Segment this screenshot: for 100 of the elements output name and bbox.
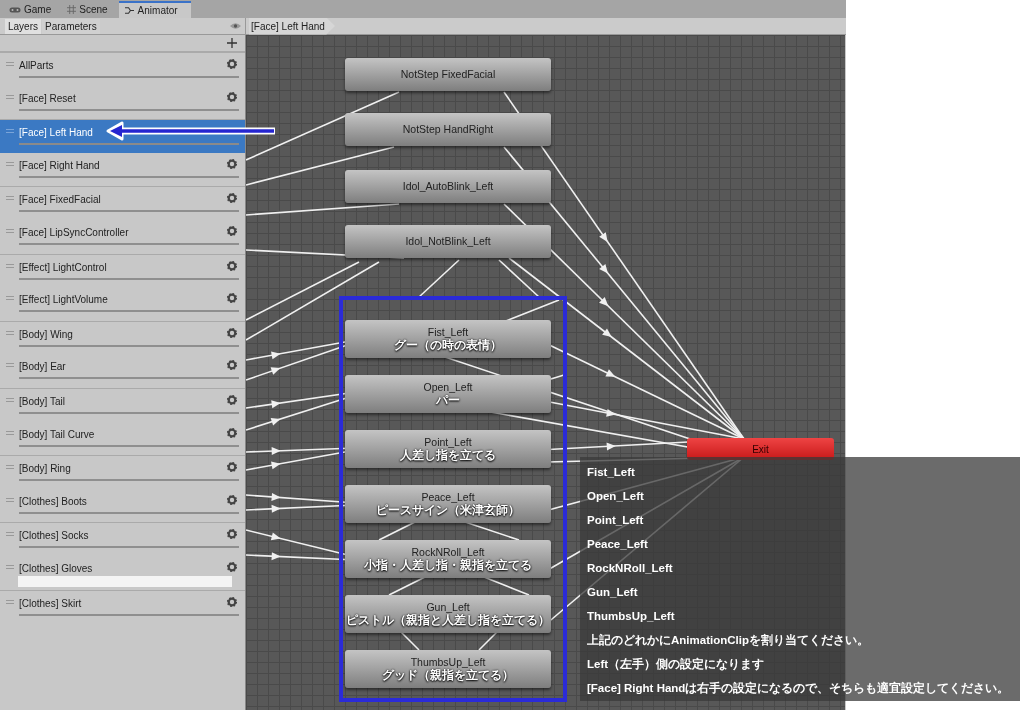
panel-tab[interactable]: Parameters	[42, 18, 100, 34]
annotation-text: [Face] Right Handは右手の設定になるので、そちらも適宜設定してください。	[587, 680, 1011, 697]
weight-slider[interactable]	[19, 277, 239, 280]
weight-slider[interactable]	[19, 242, 239, 245]
weight-slider[interactable]	[19, 511, 239, 514]
editor-tab[interactable]: Game	[4, 1, 57, 18]
drag-handle-icon	[6, 129, 14, 134]
annotation-text: RockNRoll_Left	[587, 561, 674, 576]
gear-icon	[227, 596, 237, 607]
annotation-text: Gun_Left	[587, 585, 639, 600]
state-node[interactable]: NotStep FixedFacial	[345, 58, 551, 91]
layer-name: [Body] Tail Curve	[19, 427, 95, 442]
drag-handle-icon	[6, 497, 14, 502]
drag-handle-icon	[6, 196, 14, 201]
weight-slider[interactable]	[19, 479, 239, 482]
drag-handle-icon	[6, 161, 14, 166]
panel-tab[interactable]: Layers	[5, 18, 41, 34]
state-note: ピースサイン（米津玄師）	[376, 504, 520, 517]
weight-slider[interactable]	[19, 143, 239, 146]
controller-icon	[9, 5, 21, 14]
drag-handle-icon	[6, 532, 14, 537]
annotation-text: Fist_Left	[587, 465, 636, 480]
layer-name: [Face] LipSyncController	[19, 225, 129, 240]
drag-handle-icon	[6, 564, 14, 569]
state-name: Idol_AutoBlink_Left	[402, 180, 494, 193]
gear-icon	[227, 293, 237, 304]
state-node[interactable]: Fist_Left グー（の時の表情）	[345, 320, 551, 358]
gear-icon	[227, 59, 237, 69]
state-note: パー	[436, 394, 460, 407]
drag-handle-icon	[6, 228, 14, 233]
state-node[interactable]: Peace_Left ピースサイン（米津玄師）	[345, 485, 551, 523]
layer-name: [Clothes] Socks	[19, 529, 89, 544]
state-name: ThumbsUp_Left	[410, 656, 486, 669]
gear-icon	[227, 193, 237, 204]
state-node[interactable]: Idol_AutoBlink_Left	[345, 170, 551, 203]
node-graph-icon	[123, 6, 135, 15]
state-node[interactable]: NotStep HandRight	[345, 113, 551, 146]
state-node[interactable]: RockNRoll_Left 小指・人差し指・親指を立てる	[345, 540, 551, 578]
gear-icon	[227, 462, 237, 473]
drag-handle-icon	[6, 263, 14, 268]
weight-field[interactable]	[18, 575, 232, 587]
gear-icon	[227, 225, 237, 236]
drag-handle-icon	[6, 599, 14, 604]
annotation-text: Peace_Left	[587, 537, 649, 552]
layer-name: [Body] Wing	[19, 327, 73, 342]
weight-slider[interactable]	[19, 310, 239, 313]
weight-slider[interactable]	[19, 377, 239, 380]
layer-name: AllParts	[19, 59, 54, 73]
annotation-text: Left（左手）側の設定になります	[587, 656, 766, 673]
drag-handle-icon	[6, 296, 14, 301]
weight-slider[interactable]	[19, 175, 239, 178]
gear-icon	[227, 561, 237, 572]
state-note: 小指・人差し指・親指を立てる	[364, 559, 532, 572]
gear-icon	[227, 91, 237, 102]
weight-slider[interactable]	[19, 210, 239, 213]
grid-icon	[67, 5, 77, 14]
layer-name: [Face] Left Hand	[19, 126, 93, 141]
state-node[interactable]: Gun_Left ピストル（親指と人差し指を立てる）	[345, 595, 551, 633]
state-node[interactable]: Open_Left パー	[345, 375, 551, 413]
editor-tab[interactable]: Animator	[118, 1, 191, 18]
drag-handle-icon	[6, 330, 14, 335]
weight-slider[interactable]	[19, 411, 239, 414]
state-name: Idol_NotBlink_Left	[405, 235, 491, 248]
gear-icon	[227, 529, 237, 540]
state-name: Fist_Left	[427, 326, 469, 339]
weight-slider[interactable]	[19, 108, 239, 111]
annotation-text: Point_Left	[587, 513, 645, 528]
add-layer-button[interactable]	[227, 38, 237, 48]
layer-name: [Clothes] Boots	[19, 494, 87, 509]
layer-name: [Body] Ring	[19, 462, 71, 477]
gear-icon	[227, 427, 237, 438]
state-note: グッド（親指を立てる）	[382, 669, 514, 682]
gear-icon	[227, 394, 237, 405]
weight-slider[interactable]	[19, 444, 239, 447]
weight-slider[interactable]	[19, 613, 239, 616]
annotation-text: ThumbsUp_Left	[587, 609, 676, 624]
layer-name: [Clothes] Gloves	[19, 561, 93, 576]
drag-handle-icon	[6, 94, 14, 99]
drag-handle-icon	[6, 430, 14, 435]
gear-icon	[227, 158, 237, 169]
gear-icon	[227, 360, 237, 371]
layer-name: [Clothes] Skirt	[19, 596, 82, 611]
drag-handle-icon	[6, 465, 14, 470]
annotation-text: Open_Left	[587, 489, 645, 504]
annotation-text: 上記のどれかにAnimationClipを割り当てください。	[587, 633, 870, 649]
state-name: Open_Left	[423, 381, 473, 394]
state-name: Point_Left	[424, 436, 472, 449]
layer-name: [Face] Reset	[19, 91, 76, 106]
layer-name: [Effect] LightControl	[19, 260, 107, 275]
weight-slider[interactable]	[19, 546, 239, 549]
gear-icon	[227, 494, 237, 505]
state-node[interactable]: ThumbsUp_Left グッド（親指を立てる）	[345, 650, 551, 688]
state-node[interactable]: Idol_NotBlink_Left	[345, 225, 551, 258]
drag-handle-icon	[6, 62, 14, 66]
state-name: Gun_Left	[426, 601, 470, 614]
exit-node[interactable]: Exit	[687, 438, 834, 460]
state-node[interactable]: Point_Left 人差し指を立てる	[345, 430, 551, 468]
weight-slider[interactable]	[19, 344, 239, 347]
drag-handle-icon	[6, 397, 14, 402]
editor-tab[interactable]: Scene	[62, 1, 113, 18]
